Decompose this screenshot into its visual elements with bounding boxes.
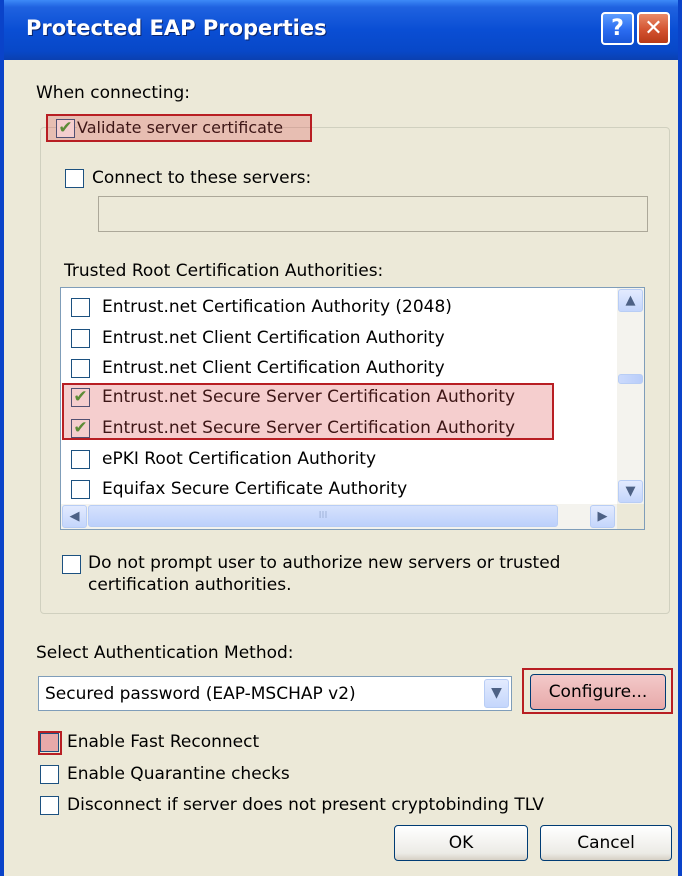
quarantine-checkbox[interactable] [40, 765, 59, 784]
cryptobinding-label: Disconnect if server does not present cr… [67, 795, 544, 815]
ca-label: ePKI Root Certification Authority [102, 449, 377, 469]
ca-label: Entrust.net Client Certification Authori… [102, 358, 445, 378]
scroll-left-icon[interactable]: ◀ [62, 505, 87, 528]
horizontal-scrollbar[interactable]: ◀ III ▶ [61, 504, 617, 529]
ca-checkbox[interactable] [71, 450, 90, 469]
highlight-configure [522, 668, 673, 714]
connect-servers-label: Connect to these servers: [92, 168, 312, 188]
ca-checkbox[interactable] [71, 329, 90, 348]
scroll-down-icon[interactable]: ▼ [618, 480, 643, 503]
dropdown-arrow-icon[interactable]: ▼ [484, 679, 509, 708]
ca-label: Equifax Secure Certificate Authority [102, 479, 408, 499]
ca-label: Entrust.net Client Certification Authori… [102, 328, 445, 348]
fast-reconnect-label: Enable Fast Reconnect [67, 732, 260, 752]
quarantine-label: Enable Quarantine checks [67, 764, 290, 784]
cancel-button[interactable]: Cancel [540, 825, 672, 861]
list-item[interactable]: Entrust.net Client Certification Authori… [61, 353, 616, 384]
ca-checkbox[interactable] [71, 359, 90, 378]
trusted-root-label: Trusted Root Certification Authorities: [64, 261, 384, 281]
list-item[interactable]: ePKI Root Certification Authority [61, 444, 616, 475]
highlight-secure-server-cas [62, 383, 554, 440]
list-item[interactable]: Equifax Secure Certificate Authority [61, 474, 616, 505]
help-button[interactable]: ? [601, 12, 634, 45]
cryptobinding-checkbox[interactable] [40, 796, 59, 815]
do-not-prompt-checkbox[interactable] [62, 555, 81, 574]
highlight-fast-reconnect [38, 731, 62, 755]
auth-method-label: Select Authentication Method: [36, 643, 294, 663]
list-item[interactable]: Entrust.net Client Certification Authori… [61, 323, 616, 354]
title-bar[interactable]: Protected EAP Properties ? ✕ [4, 0, 678, 60]
ca-checkbox[interactable] [71, 480, 90, 499]
horizontal-scroll-thumb[interactable]: III [88, 505, 558, 527]
vertical-scroll-thumb[interactable] [618, 374, 643, 384]
ok-button[interactable]: OK [394, 825, 528, 861]
scroll-up-icon[interactable]: ▲ [618, 289, 643, 312]
vertical-scrollbar[interactable]: ▲ ▼ [617, 288, 644, 504]
list-item[interactable]: Entrust.net Certification Authority (204… [61, 292, 616, 323]
servers-input[interactable] [98, 196, 648, 232]
peap-properties-dialog: Protected EAP Properties ? ✕ When connec… [0, 0, 682, 876]
auth-method-select[interactable]: Secured password (EAP-MSCHAP v2) ▼ [38, 676, 512, 711]
window-title: Protected EAP Properties [26, 16, 327, 40]
ca-label: Entrust.net Certification Authority (204… [102, 297, 452, 317]
when-connecting-label: When connecting: [36, 83, 191, 103]
ca-checkbox[interactable] [71, 298, 90, 317]
highlight-validate-cert [46, 114, 312, 142]
auth-method-value: Secured password (EAP-MSCHAP v2) [45, 684, 356, 704]
close-button[interactable]: ✕ [637, 12, 670, 45]
connect-servers-checkbox[interactable] [65, 169, 84, 188]
scrollbar-corner [617, 504, 644, 529]
do-not-prompt-label-line1: Do not prompt user to authorize new serv… [88, 553, 561, 573]
scroll-right-icon[interactable]: ▶ [590, 505, 615, 528]
do-not-prompt-label-line2: certification authorities. [88, 575, 292, 595]
